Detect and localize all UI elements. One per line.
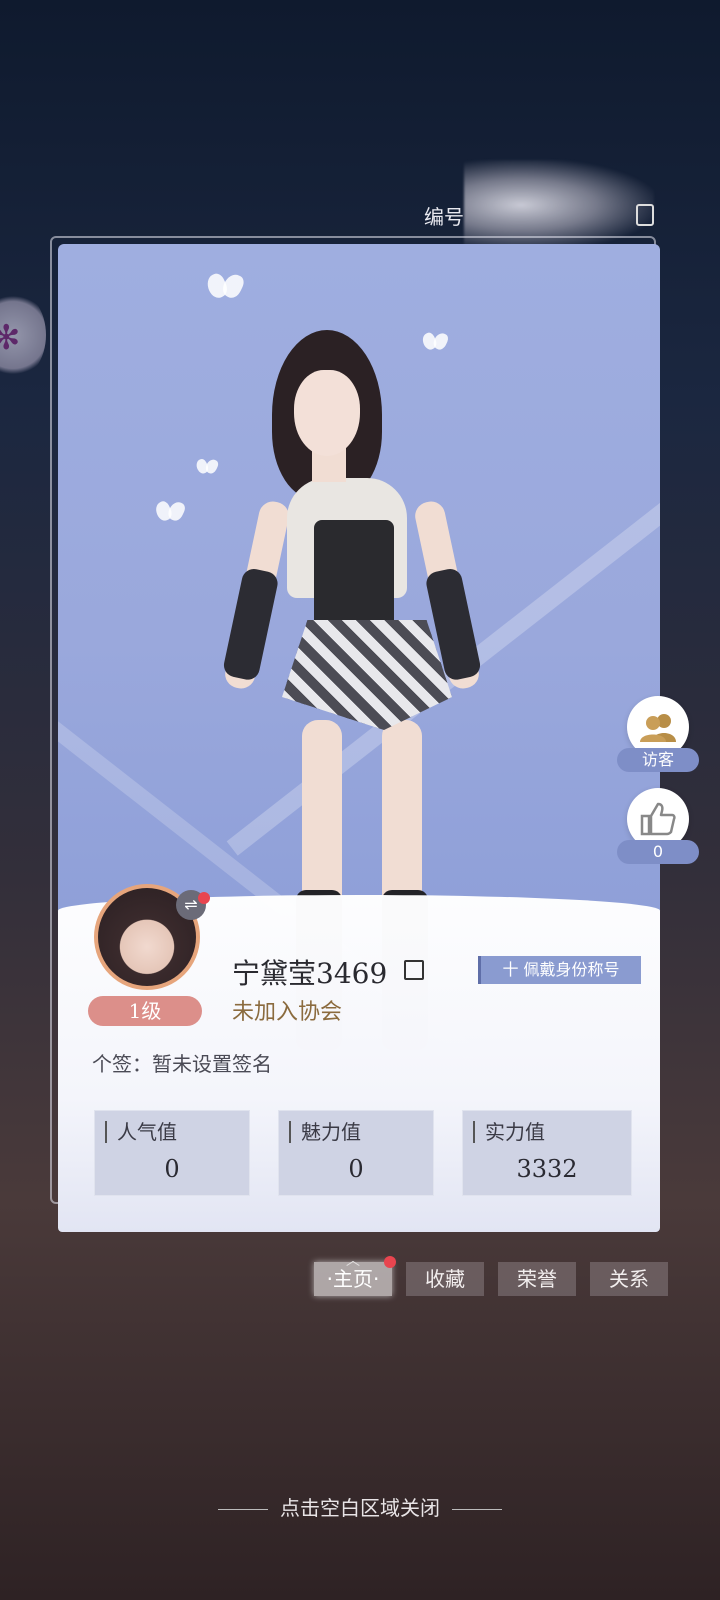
stat-value: 3332 (516, 1155, 578, 1183)
stat-charm: 魅力值 0 (278, 1110, 434, 1196)
stat-value: 0 (164, 1155, 180, 1183)
tab-honor[interactable]: 荣誉 (498, 1262, 576, 1296)
wear-title-button[interactable]: 十 佩戴身份称号 (478, 956, 641, 984)
player-name: 宁黛莹3469 (232, 957, 388, 990)
tab-notification-dot (384, 1256, 396, 1268)
tab-relations[interactable]: 关系 (590, 1262, 668, 1296)
visitors-label: 访客 (617, 748, 699, 772)
copy-icon[interactable] (636, 204, 654, 226)
stat-strength: 实力值 3332 (462, 1110, 632, 1196)
close-hint-text: 点击空白区域关闭 (280, 1496, 440, 1520)
id-label: 编号 (424, 204, 464, 229)
stat-label: 人气值 (105, 1121, 177, 1143)
tab-collection[interactable]: 收藏 (406, 1262, 484, 1296)
butterfly-icon (208, 274, 242, 300)
guild-status[interactable]: 未加入协会 (232, 994, 342, 1026)
stat-value: 0 (348, 1155, 364, 1183)
stat-label: 魅力值 (289, 1121, 361, 1143)
stat-popularity: 人气值 0 (94, 1110, 250, 1196)
tab-home[interactable]: ·主页· (314, 1262, 392, 1296)
notification-dot (198, 892, 210, 904)
signature-text[interactable]: 个签：暂未设置签名 (92, 1048, 272, 1077)
butterfly-icon (156, 502, 183, 523)
butterfly-icon (197, 459, 217, 475)
visitors-button[interactable]: 访客 (617, 696, 699, 772)
close-hint[interactable]: 点击空白区域关闭 (0, 1492, 720, 1521)
divider (452, 1509, 502, 1510)
like-button[interactable]: 0 (617, 788, 699, 864)
edit-name-icon[interactable] (404, 960, 424, 980)
player-id-row: 编号 (424, 160, 654, 250)
level-badge: 1级 (88, 996, 202, 1026)
stat-label: 实力值 (473, 1121, 545, 1143)
side-menu-icon[interactable]: ✻ (0, 290, 46, 380)
divider (218, 1509, 268, 1510)
likes-count: 0 (617, 840, 699, 864)
tab-bar: ·主页· 收藏 荣誉 关系 (314, 1262, 668, 1296)
